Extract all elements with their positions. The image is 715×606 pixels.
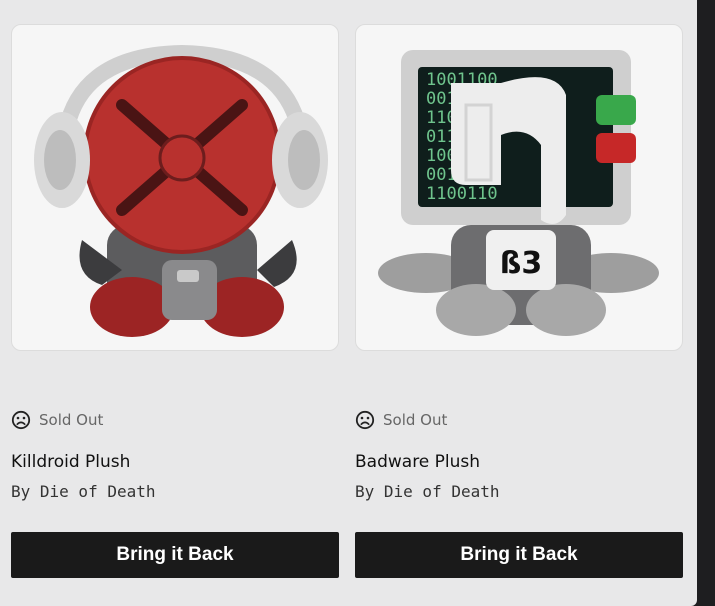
svg-text:ß3: ß3 bbox=[500, 246, 542, 281]
product-title[interactable]: Killdroid Plush bbox=[11, 452, 130, 472]
product-card-badware[interactable]: ß3 1001100 0011001 1100110 0110011 10011… bbox=[355, 24, 683, 578]
status-label: Sold Out bbox=[39, 411, 104, 429]
status-label: Sold Out bbox=[383, 411, 448, 429]
sold-out-status: Sold Out bbox=[355, 410, 447, 430]
svg-text:1100110: 1100110 bbox=[426, 184, 498, 204]
product-grid: Sold Out Killdroid Plush By Die of Death… bbox=[0, 0, 697, 606]
bring-it-back-button[interactable]: Bring it Back bbox=[355, 532, 683, 578]
product-card-killdroid[interactable]: Sold Out Killdroid Plush By Die of Death… bbox=[11, 24, 339, 578]
product-creator: By Die of Death bbox=[11, 482, 156, 501]
bring-it-back-button[interactable]: Bring it Back bbox=[11, 532, 339, 578]
sold-out-status: Sold Out bbox=[11, 410, 103, 430]
badware-plush-image[interactable]: ß3 1001100 0011001 1100110 0110011 10011… bbox=[355, 24, 683, 351]
sad-face-icon bbox=[11, 410, 31, 430]
product-title[interactable]: Badware Plush bbox=[355, 452, 480, 472]
product-creator: By Die of Death bbox=[355, 482, 500, 501]
sad-face-icon bbox=[355, 410, 375, 430]
killdroid-plush-image[interactable] bbox=[11, 24, 339, 351]
